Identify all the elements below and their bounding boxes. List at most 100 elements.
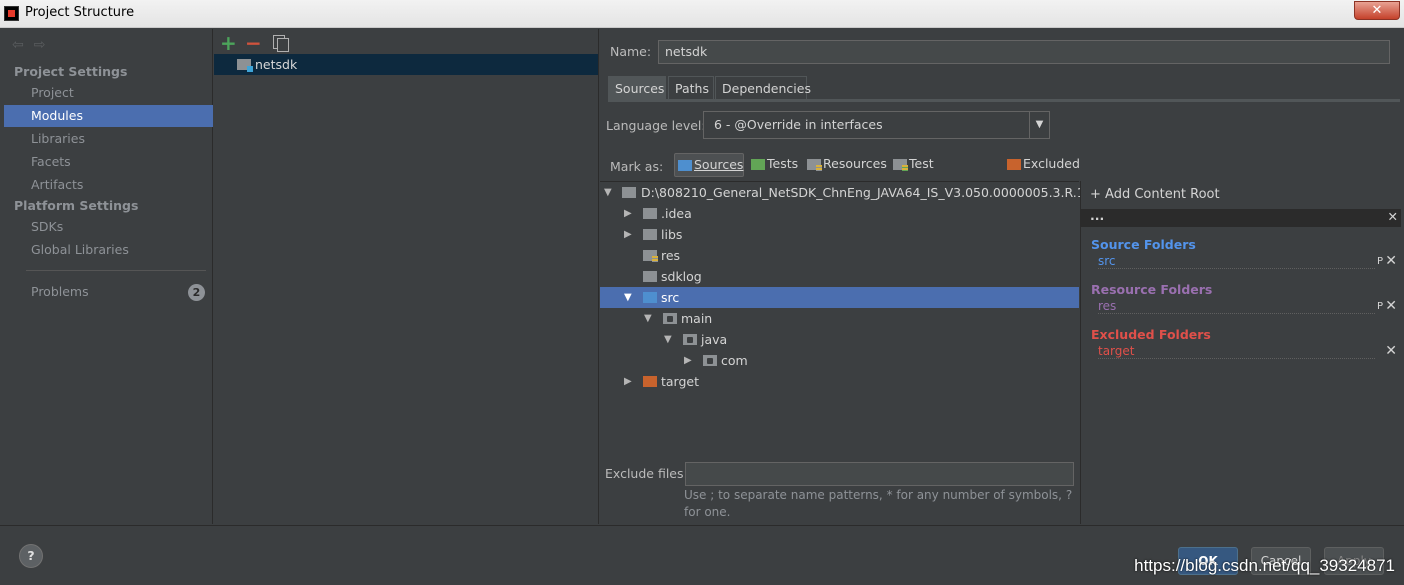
problems-label: Problems <box>31 284 89 299</box>
tree-item-idea[interactable]: ▶ .idea <box>600 203 1079 224</box>
mark-sources-button[interactable]: Sources <box>674 153 744 177</box>
watermark-text: https://blog.csdn.net/qq_39324871 <box>1134 556 1395 575</box>
package-folder-icon <box>703 355 717 366</box>
expand-arrow-icon[interactable]: ▼ <box>624 287 632 308</box>
module-list-pane: + − netsdk <box>214 29 599 524</box>
collapse-arrow-icon[interactable]: ▶ <box>684 350 692 371</box>
title-bar: Project Structure ✕ <box>0 0 1404 28</box>
problems-count-badge: 2 <box>188 284 205 301</box>
sources-folder-icon <box>678 160 692 171</box>
dropdown-arrow-icon[interactable]: ▼ <box>1029 112 1049 138</box>
resource-folder-item: res <box>1098 300 1375 314</box>
intellij-app-icon <box>4 6 19 21</box>
tree-item-root[interactable]: ▼ D:\808210_General_NetSDK_ChnEng_JAVA64… <box>600 182 1124 203</box>
remove-resource-icon[interactable]: ✕ <box>1385 298 1397 314</box>
excluded-folder-icon <box>643 376 657 387</box>
tab-sources[interactable]: Sources <box>608 76 666 100</box>
tab-paths[interactable]: Paths <box>668 76 714 100</box>
folder-icon <box>622 187 636 198</box>
edit-prefix-icon[interactable]: P <box>1377 301 1383 312</box>
help-button[interactable]: ? <box>19 544 43 568</box>
expand-arrow-icon[interactable]: ▼ <box>604 182 612 203</box>
window-close-button[interactable]: ✕ <box>1354 1 1400 20</box>
tab-underline <box>608 99 1400 102</box>
window-title: Project Structure <box>25 5 135 20</box>
collapse-arrow-icon[interactable]: ▶ <box>624 203 632 224</box>
add-icon[interactable]: + <box>220 31 237 55</box>
copy-icon[interactable] <box>273 35 289 52</box>
remove-excluded-icon[interactable]: ✕ <box>1385 343 1397 359</box>
sidebar-divider <box>26 270 206 271</box>
tree-item-target[interactable]: ▶ target <box>600 371 1079 392</box>
tree-item-java[interactable]: ▼ java <box>600 329 1079 350</box>
sidebar-item-problems[interactable]: Problems 2 <box>4 281 213 303</box>
package-folder-icon <box>663 313 677 324</box>
expand-arrow-icon[interactable]: ▼ <box>644 308 652 329</box>
sidebar-item-libraries[interactable]: Libraries <box>4 128 213 150</box>
sidebar-item-facets[interactable]: Facets <box>4 151 213 173</box>
module-folder-icon <box>237 59 253 72</box>
folder-icon <box>643 271 657 282</box>
module-item-netsdk[interactable]: netsdk <box>214 54 598 75</box>
content-root-header: ... ✕ <box>1081 209 1401 227</box>
tree-item-res[interactable]: res <box>600 245 1079 266</box>
add-content-root-button[interactable]: + Add Content Root <box>1090 187 1220 202</box>
content-root-panel: + Add Content Root ... ✕ Source Folders … <box>1080 181 1401 524</box>
test-resources-folder-icon <box>893 159 908 171</box>
mark-tests-button[interactable]: Tests <box>748 153 800 177</box>
group-project-settings: Project Settings <box>14 64 128 79</box>
remove-source-icon[interactable]: ✕ <box>1385 253 1397 269</box>
package-folder-icon <box>683 334 697 345</box>
source-folder-item: src <box>1098 255 1375 269</box>
forward-arrow-icon[interactable]: ⇨ <box>34 37 46 53</box>
resources-folder-icon <box>807 159 822 171</box>
exclude-files-hint: Use ; to separate name patterns, * for a… <box>684 488 1073 519</box>
sidebar-item-modules[interactable]: Modules <box>4 105 213 127</box>
excluded-folders-title: Excluded Folders <box>1091 327 1211 342</box>
tests-folder-icon <box>751 159 765 170</box>
dialog-button-bar: ? OK Cancel Apply https://blog.csdn.net/… <box>0 525 1404 585</box>
sidebar-item-artifacts[interactable]: Artifacts <box>4 174 213 196</box>
group-platform-settings: Platform Settings <box>14 198 139 213</box>
back-arrow-icon[interactable]: ⇦ <box>12 37 24 53</box>
language-level-select[interactable]: 6 - @Override in interfaces ▼ <box>703 111 1050 139</box>
tree-item-libs[interactable]: ▶ libs <box>600 224 1079 245</box>
folder-icon <box>643 229 657 240</box>
settings-sidebar: ⇦ ⇨ Project Settings Project Modules Libr… <box>4 29 213 524</box>
module-details-pane: Name: netsdk Sources Paths Dependencies … <box>600 29 1401 524</box>
mark-excluded-button[interactable]: Excluded <box>1004 153 1080 177</box>
expand-arrow-icon[interactable]: ▼ <box>664 329 672 350</box>
resource-folders-title: Resource Folders <box>1091 282 1213 297</box>
tree-item-src[interactable]: ▼ src <box>600 287 1079 308</box>
mark-resources-button[interactable]: Resources <box>804 153 887 177</box>
sidebar-item-sdks[interactable]: SDKs <box>4 216 213 238</box>
excluded-folder-icon <box>1007 159 1021 170</box>
sources-folder-icon <box>643 292 657 303</box>
excluded-folder-item: target <box>1098 345 1375 359</box>
collapse-arrow-icon[interactable]: ▶ <box>624 224 632 245</box>
folder-icon <box>643 208 657 219</box>
sidebar-item-project[interactable]: Project <box>4 82 213 104</box>
exclude-files-label: Exclude files: <box>605 466 688 481</box>
name-label: Name: <box>610 44 652 59</box>
sidebar-item-global-libraries[interactable]: Global Libraries <box>4 239 213 261</box>
nav-arrows: ⇦ ⇨ <box>12 37 55 53</box>
tree-item-com[interactable]: ▶ com <box>600 350 1079 371</box>
tree-item-main[interactable]: ▼ main <box>600 308 1079 329</box>
collapse-arrow-icon[interactable]: ▶ <box>624 371 632 392</box>
source-folders-title: Source Folders <box>1091 237 1196 252</box>
tab-dependencies[interactable]: Dependencies <box>715 76 811 100</box>
edit-prefix-icon[interactable]: P <box>1377 256 1383 267</box>
module-name-input[interactable]: netsdk <box>658 40 1390 64</box>
remove-root-icon[interactable]: ✕ <box>1388 210 1398 224</box>
content-root-tree: ▼ D:\808210_General_NetSDK_ChnEng_JAVA64… <box>600 181 1124 456</box>
language-level-label: Language level: <box>606 118 706 133</box>
mark-as-label: Mark as: <box>610 159 664 174</box>
mark-test-resources-button[interactable]: Test Resources <box>890 153 1000 193</box>
tree-item-sdklog[interactable]: sdklog <box>600 266 1079 287</box>
language-level-value: 6 - @Override in interfaces <box>714 117 883 132</box>
resources-folder-icon <box>643 250 658 262</box>
module-name: netsdk <box>255 57 298 72</box>
remove-icon[interactable]: − <box>245 31 262 55</box>
exclude-files-input[interactable] <box>685 462 1074 486</box>
